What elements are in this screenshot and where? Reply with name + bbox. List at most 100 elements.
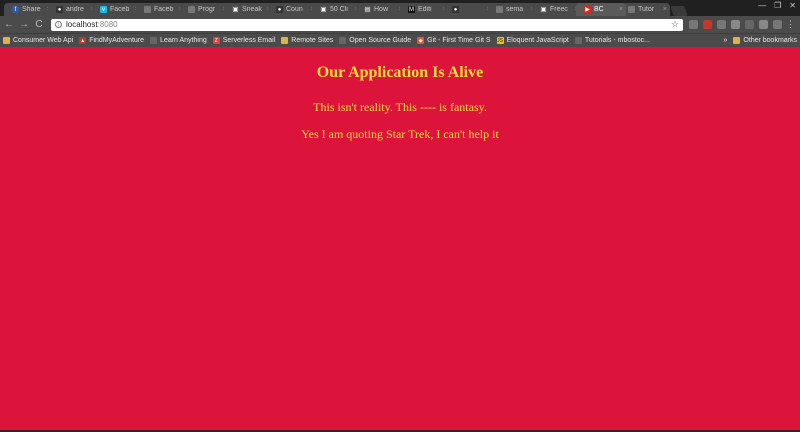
browser-toolbar: ← → C i localhost :8080 ☆ ⋮ bbox=[0, 16, 800, 33]
page-icon: ▣ bbox=[540, 6, 547, 13]
js-icon: JS bbox=[496, 37, 504, 44]
page-icon: ▣ bbox=[232, 6, 239, 13]
page-icon bbox=[144, 6, 151, 13]
bookmark-item[interactable]: Remote Sites bbox=[278, 37, 336, 44]
browser-tab[interactable]: ▣Freec× bbox=[532, 3, 582, 16]
bookmark-star-icon[interactable]: ☆ bbox=[671, 19, 679, 30]
extension-icon[interactable] bbox=[773, 20, 782, 29]
url-port: :8080 bbox=[97, 20, 118, 29]
tab-close-icon[interactable]: × bbox=[663, 6, 667, 13]
bookmark-label: Learn Anything bbox=[160, 37, 207, 44]
bookmark-item[interactable]: Z Serverless Email bbox=[210, 37, 279, 44]
browser-tab[interactable]: ●× bbox=[444, 3, 494, 16]
browser-tab[interactable]: Progr× bbox=[180, 3, 230, 16]
github-icon: ● bbox=[452, 6, 459, 13]
tab-title: Sneak bbox=[242, 6, 262, 13]
browser-tab[interactable]: ▶ BC × bbox=[576, 3, 626, 16]
page-icon bbox=[150, 37, 158, 44]
extension-icon[interactable] bbox=[717, 20, 726, 29]
bookmark-item[interactable]: ▲ FindMyAdventure bbox=[76, 37, 147, 44]
reload-button[interactable]: C bbox=[33, 19, 45, 31]
vimeo-icon: v bbox=[100, 6, 107, 13]
url-host: localhost bbox=[66, 20, 98, 29]
browser-tab[interactable]: ▣Sneak× bbox=[224, 3, 274, 16]
browser-tab[interactable]: vFaceb× bbox=[92, 3, 142, 16]
tab-title: andre bbox=[66, 6, 84, 13]
folder-icon bbox=[281, 37, 289, 44]
back-button[interactable]: ← bbox=[3, 19, 15, 31]
folder-icon bbox=[733, 37, 741, 44]
browser-tab[interactable]: ●andre× bbox=[48, 3, 98, 16]
page-icon bbox=[339, 37, 347, 44]
browser-menu-icon[interactable]: ⋮ bbox=[786, 19, 795, 30]
bookmark-label: Serverless Email bbox=[222, 37, 276, 44]
page-text-line-1: This isn't reality. This ---- is fantasy… bbox=[313, 100, 487, 114]
github-icon: ● bbox=[56, 6, 63, 13]
page-icon bbox=[188, 6, 195, 13]
facebook-icon: f bbox=[12, 6, 19, 13]
extension-icon[interactable] bbox=[731, 20, 740, 29]
github-icon: ● bbox=[276, 6, 283, 13]
browser-tab[interactable]: MEditi× bbox=[400, 3, 450, 16]
bookmark-item[interactable]: Open Source Guide bbox=[336, 37, 414, 44]
browser-tab[interactable]: Faceb× bbox=[136, 3, 186, 16]
tab-title: Coun bbox=[286, 6, 303, 13]
close-window-button[interactable]: ✕ bbox=[789, 1, 796, 10]
browser-tab[interactable]: sema× bbox=[488, 3, 538, 16]
tab-close-icon[interactable]: × bbox=[619, 6, 623, 13]
bookmarks-right: » Other bookmarks bbox=[720, 37, 800, 44]
bookmark-item[interactable]: ◆ Git - First Time Git S bbox=[414, 37, 493, 44]
browser-tab[interactable]: fShare× bbox=[4, 3, 54, 16]
bookmarks-bar: Consumer Web Api ▲ FindMyAdventure Learn An… bbox=[0, 33, 800, 47]
tab-title: Faceb bbox=[110, 6, 130, 13]
minimize-button[interactable]: — bbox=[758, 1, 766, 10]
bookmark-item[interactable]: Learn Anything bbox=[147, 37, 210, 44]
extension-icon[interactable] bbox=[759, 20, 768, 29]
page-text-line-2: Yes I am quoting Star Trek, I can't help… bbox=[301, 127, 499, 141]
info-icon[interactable]: i bbox=[55, 21, 62, 28]
bookmark-label: Tutorials - mbostoc... bbox=[584, 37, 650, 44]
page-icon bbox=[628, 6, 635, 13]
page-content: Our Application Is Alive This isn't real… bbox=[0, 47, 800, 430]
bookmark-label: Git - First Time Git S bbox=[427, 37, 491, 44]
bookmark-label: Open Source Guide bbox=[349, 37, 412, 44]
page-icon bbox=[496, 6, 503, 13]
browser-tab[interactable]: ▤How× bbox=[356, 3, 406, 16]
bookmarks-overflow-button[interactable]: » bbox=[720, 37, 730, 44]
maximize-button[interactable]: ❐ bbox=[774, 1, 781, 10]
page-icon bbox=[574, 37, 582, 44]
tab-title: Freec bbox=[550, 6, 568, 13]
browser-tab[interactable]: ●Coun× bbox=[268, 3, 318, 16]
bookmark-item[interactable]: Consumer Web Api bbox=[0, 37, 76, 44]
extension-icons bbox=[689, 20, 782, 29]
page-heading: Our Application Is Alive bbox=[316, 64, 484, 81]
new-tab-button[interactable] bbox=[670, 6, 688, 16]
tab-title: sema bbox=[506, 6, 524, 13]
browser-tab[interactable]: ▣50 Cli× bbox=[312, 3, 362, 16]
page-icon: ▣ bbox=[320, 6, 327, 13]
browser-tab[interactable]: Tutor × bbox=[620, 3, 670, 16]
tab-title: How bbox=[374, 6, 389, 13]
extension-icon[interactable] bbox=[703, 20, 712, 29]
tab-title: Progr bbox=[198, 6, 216, 13]
youtube-icon: ▶ bbox=[584, 6, 591, 13]
tab-title: Faceb bbox=[154, 6, 174, 13]
tab-title: BC bbox=[594, 6, 604, 13]
bookmark-item[interactable]: Tutorials - mbostoc... bbox=[572, 37, 653, 44]
medium-icon: M bbox=[408, 6, 415, 13]
mountain-icon: ▲ bbox=[79, 37, 87, 44]
page-icon: ▤ bbox=[364, 6, 371, 13]
extension-icon[interactable] bbox=[745, 20, 754, 29]
extension-icon[interactable] bbox=[689, 20, 698, 29]
bookmarks-list: Consumer Web Api ▲ FindMyAdventure Learn An… bbox=[0, 37, 653, 44]
other-bookmarks-folder[interactable]: Other bookmarks bbox=[730, 37, 800, 44]
forward-button[interactable]: → bbox=[18, 19, 30, 31]
bookmark-label: Remote Sites bbox=[291, 37, 334, 44]
address-bar[interactable]: i localhost :8080 ☆ bbox=[51, 18, 683, 31]
bookmark-item[interactable]: JS Eloquent JavaScript bbox=[494, 37, 572, 44]
bookmark-label: Consumer Web Api bbox=[13, 37, 74, 44]
browser-chrome: fShare×●andre×vFaceb×Faceb×Progr×▣Sneak×… bbox=[0, 0, 800, 47]
tab-title: 50 Cli bbox=[330, 6, 348, 13]
folder-icon bbox=[3, 37, 10, 44]
git-icon: ◆ bbox=[417, 37, 425, 44]
